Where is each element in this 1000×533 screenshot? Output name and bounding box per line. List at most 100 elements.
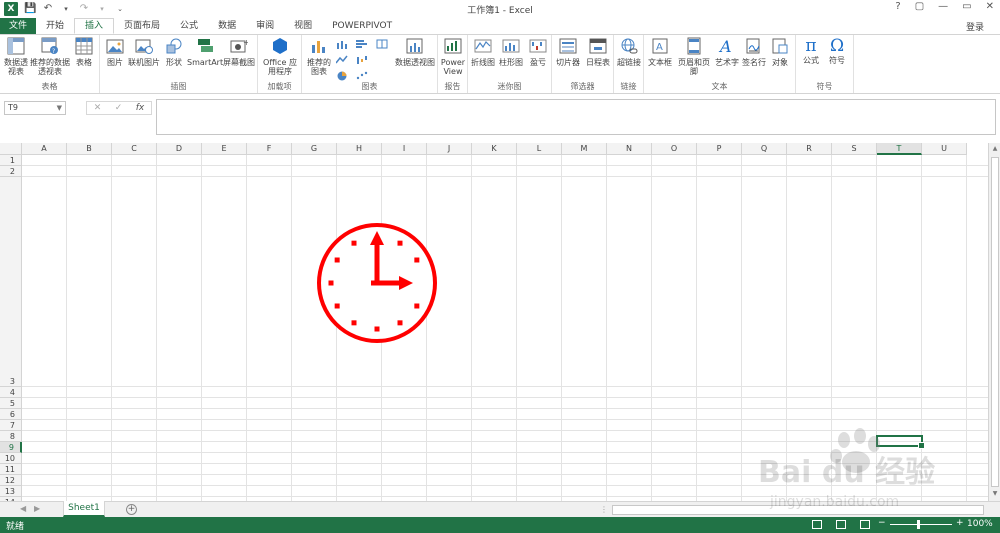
hyperlink-button[interactable]: 超链接	[615, 37, 643, 67]
scatter-chart-icon[interactable]	[356, 71, 368, 81]
zoom-level[interactable]: 100%	[967, 519, 993, 529]
zoom-slider-handle[interactable]	[917, 520, 920, 529]
page-break-view-icon[interactable]	[860, 520, 870, 529]
equation-button[interactable]: π 公式	[798, 37, 824, 65]
column-header-D[interactable]: D	[157, 143, 202, 155]
column-header-A[interactable]: A	[22, 143, 67, 155]
screenshot-button[interactable]: + 屏幕截图	[222, 37, 256, 67]
tab-powerpivot[interactable]: POWERPIVOT	[322, 18, 402, 34]
tab-formulas[interactable]: 公式	[170, 18, 208, 34]
row-header-3[interactable]: 3	[0, 177, 22, 387]
column-header-U[interactable]: U	[922, 143, 967, 155]
scroll-down-icon[interactable]: ▼	[989, 490, 1000, 497]
row-header-8[interactable]: 8	[0, 431, 22, 442]
symbol-button[interactable]: Ω 符号	[824, 37, 850, 65]
shapes-button[interactable]: 形状	[162, 37, 186, 67]
waterfall-chart-icon[interactable]	[356, 55, 368, 65]
row-header-7[interactable]: 7	[0, 420, 22, 431]
add-sheet-button[interactable]: +	[126, 504, 137, 515]
close-icon[interactable]: ✕	[986, 1, 994, 12]
column-header-J[interactable]: J	[427, 143, 472, 155]
column-header-G[interactable]: G	[292, 143, 337, 155]
normal-view-icon[interactable]	[812, 520, 822, 529]
next-sheet-icon[interactable]: ▶	[34, 504, 40, 513]
column-header-N[interactable]: N	[607, 143, 652, 155]
pictures-button[interactable]: 图片	[104, 37, 126, 67]
sheet-tab-sheet1[interactable]: Sheet1	[63, 501, 105, 517]
formula-input[interactable]	[156, 99, 996, 135]
cancel-icon[interactable]: ✕	[94, 103, 102, 113]
column-header-S[interactable]: S	[832, 143, 877, 155]
recommended-charts-button[interactable]: 推荐的图表	[305, 37, 333, 76]
select-all-corner[interactable]	[0, 143, 22, 155]
ribbon-display-options-icon[interactable]: ▢	[915, 1, 924, 12]
slicer-button[interactable]: 切片器	[554, 37, 582, 67]
row-header-6[interactable]: 6	[0, 409, 22, 420]
hierarchy-chart-icon[interactable]	[376, 39, 388, 49]
vertical-scroll-thumb[interactable]	[991, 157, 999, 487]
smartart-button[interactable]: SmartArt	[187, 37, 223, 67]
row-header-11[interactable]: 11	[0, 464, 22, 475]
zoom-out-button[interactable]: −	[878, 518, 886, 528]
minimize-icon[interactable]: —	[938, 1, 948, 12]
tab-review[interactable]: 审阅	[246, 18, 284, 34]
online-pictures-button[interactable]: 联机图片	[127, 37, 161, 67]
column-header-T[interactable]: T	[877, 143, 922, 155]
column-header-P[interactable]: P	[697, 143, 742, 155]
table-button[interactable]: 表格	[72, 37, 96, 67]
tab-home[interactable]: 开始	[36, 18, 74, 34]
recommended-pivot-button[interactable]: ? 推荐的数据透视表	[30, 37, 70, 76]
column-header-H[interactable]: H	[337, 143, 382, 155]
pivot-table-button[interactable]: 数据透视表	[3, 37, 29, 76]
tab-page-layout[interactable]: 页面布局	[114, 18, 170, 34]
page-layout-view-icon[interactable]	[836, 520, 846, 529]
row-header-2[interactable]: 2	[0, 166, 22, 177]
login-link[interactable]: 登录	[966, 20, 984, 33]
row-header-4[interactable]: 4	[0, 387, 22, 398]
row-header-1[interactable]: 1	[0, 155, 22, 166]
line-chart-icon[interactable]	[336, 55, 348, 65]
chevron-down-icon[interactable]: ▼	[57, 102, 62, 114]
header-footer-button[interactable]: 页眉和页脚	[675, 37, 713, 76]
tab-data[interactable]: 数据	[208, 18, 246, 34]
tab-insert[interactable]: 插入	[74, 18, 115, 34]
restore-icon[interactable]: ▭	[962, 1, 971, 12]
row-header-12[interactable]: 12	[0, 475, 22, 486]
column-header-B[interactable]: B	[67, 143, 112, 155]
prev-sheet-icon[interactable]: ◀	[20, 504, 26, 513]
timeline-button[interactable]: 日程表	[584, 37, 612, 67]
object-button[interactable]: 对象	[768, 37, 792, 67]
column-header-I[interactable]: I	[382, 143, 427, 155]
wordart-button[interactable]: A 艺术字	[714, 37, 740, 67]
column-header-C[interactable]: C	[112, 143, 157, 155]
clock-image[interactable]	[313, 221, 441, 345]
column-header-K[interactable]: K	[472, 143, 517, 155]
bar-chart-icon[interactable]	[356, 39, 368, 49]
zoom-slider[interactable]	[890, 524, 952, 525]
row-header-10[interactable]: 10	[0, 453, 22, 464]
office-apps-button[interactable]: Office 应用程序	[260, 37, 300, 76]
power-view-button[interactable]: Power View	[439, 37, 467, 76]
column-header-Q[interactable]: Q	[742, 143, 787, 155]
signature-line-button[interactable]: 签名行	[741, 37, 767, 67]
column-header-F[interactable]: F	[247, 143, 292, 155]
enter-icon[interactable]: ✓	[115, 103, 123, 113]
help-icon[interactable]: ?	[895, 1, 900, 12]
column-header-E[interactable]: E	[202, 143, 247, 155]
sparkline-column-button[interactable]: 柱形图	[498, 37, 524, 67]
zoom-in-button[interactable]: +	[956, 518, 964, 528]
tab-file[interactable]: 文件	[0, 18, 36, 34]
column-header-M[interactable]: M	[562, 143, 607, 155]
row-header-13[interactable]: 13	[0, 486, 22, 497]
row-header-9[interactable]: 9	[0, 442, 22, 453]
scroll-up-icon[interactable]: ▲	[989, 145, 1000, 152]
pie-chart-icon[interactable]	[336, 71, 348, 81]
row-header-5[interactable]: 5	[0, 398, 22, 409]
tab-split-handle-icon[interactable]: ⋮	[600, 505, 608, 514]
textbox-button[interactable]: A 文本框	[646, 37, 674, 67]
pivot-chart-button[interactable]: 数据透视图	[394, 37, 436, 67]
column-header-O[interactable]: O	[652, 143, 697, 155]
insert-function-button[interactable]: fx	[136, 103, 145, 113]
column-header-L[interactable]: L	[517, 143, 562, 155]
column-chart-icon[interactable]	[336, 39, 348, 49]
